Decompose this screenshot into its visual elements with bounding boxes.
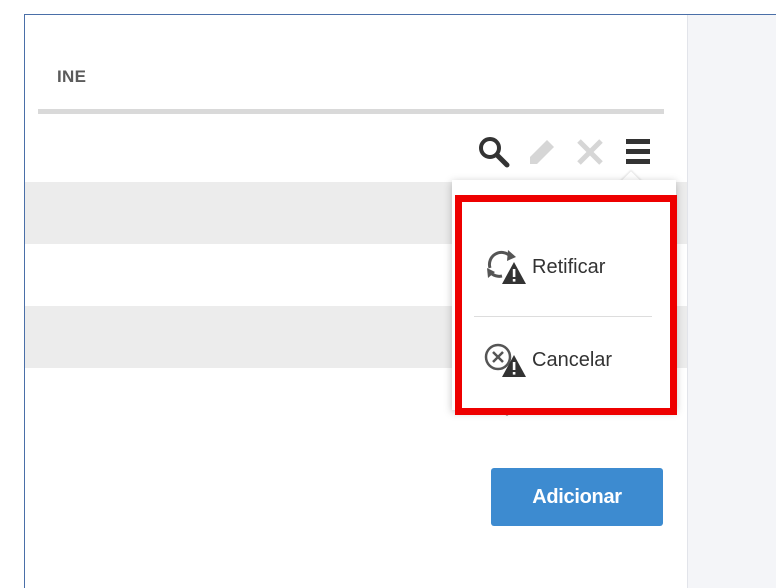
- row-action-dropdown: Retificar Cancelar: [452, 180, 676, 410]
- edit-icon[interactable]: [525, 135, 559, 169]
- header-divider: [38, 109, 664, 114]
- cancel-warning-icon: [484, 343, 526, 377]
- rectify-warning-icon: [487, 250, 526, 284]
- menu-icon[interactable]: [621, 135, 655, 169]
- menu-item-retificar[interactable]: Retificar: [482, 242, 672, 292]
- row-actions: [477, 134, 655, 170]
- delete-icon[interactable]: [573, 135, 607, 169]
- table-row: [25, 120, 687, 182]
- menu-divider: [474, 316, 652, 317]
- side-panel: [687, 15, 776, 588]
- menu-item-cancelar[interactable]: Cancelar: [482, 335, 672, 385]
- menu-item-label: Cancelar: [532, 348, 613, 371]
- search-icon[interactable]: [477, 135, 511, 169]
- table-panel: INE Retificar Cancelar Adicionar: [24, 14, 776, 588]
- column-header-ine: INE: [57, 67, 87, 86]
- menu-item-label: Retificar: [532, 255, 606, 278]
- add-button[interactable]: Adicionar: [491, 468, 663, 526]
